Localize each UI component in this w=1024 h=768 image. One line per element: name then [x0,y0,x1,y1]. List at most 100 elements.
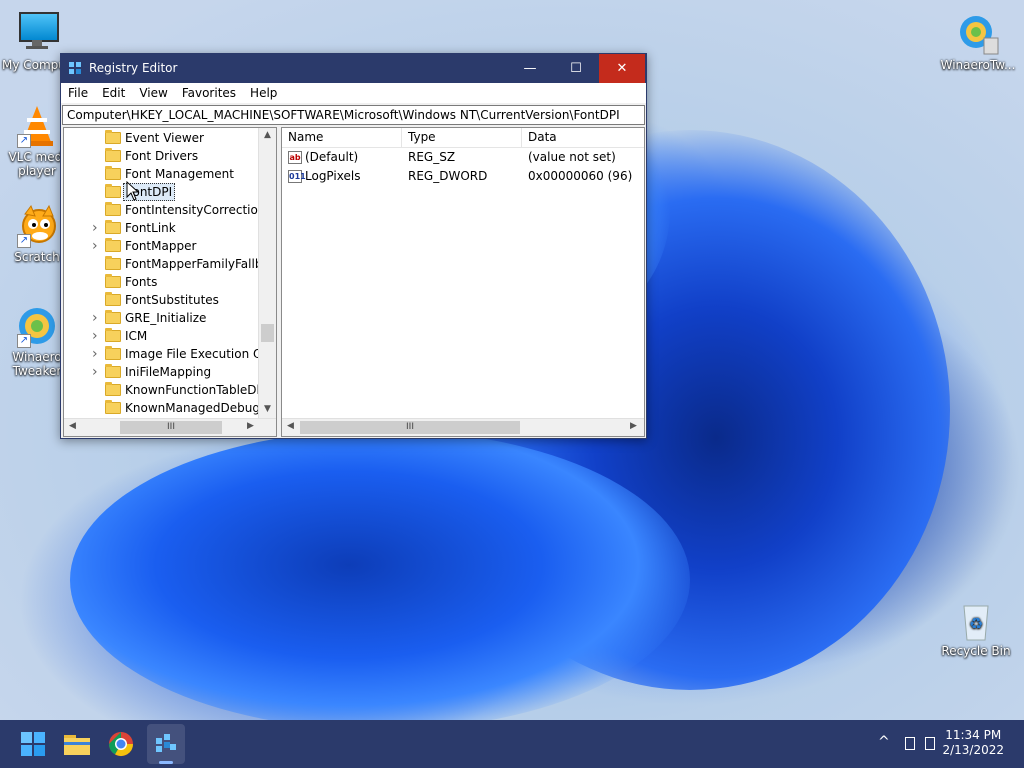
desktop-icon-winaero-tweaker-right[interactable]: WinaeroTw... [938,12,1018,72]
clock-time: 11:34 PM [945,728,1002,742]
tree-item-label: FontLink [125,221,176,235]
tree-item-label: FontSubstitutes [125,293,219,307]
scratch-cat-icon: ↗ [15,204,59,248]
list-item[interactable]: 011 LogPixels REG_DWORD 0x00000060 (96) [282,167,644,186]
chrome-icon [109,732,133,757]
shortcut-arrow-icon: ↗ [17,234,31,248]
tree-item-label: FontMapper [125,239,197,253]
expand-chevron-icon[interactable]: › [92,345,102,363]
title-bar[interactable]: Registry Editor — ☐ ✕ [61,54,646,83]
values-list-pane[interactable]: Name Type Data ab (Default) REG_SZ (valu… [281,127,645,437]
shortcut-arrow-icon: ↗ [17,334,31,348]
tree-item-label: Font Drivers [125,149,199,163]
folder-icon [105,238,121,252]
tree-item-label: KnownManagedDebuggi [125,401,271,415]
registry-editor-window: Registry Editor — ☐ ✕ File Edit View Fav… [60,53,647,439]
folder-icon [64,735,90,755]
windows-logo-icon [21,732,45,756]
chrome-button[interactable] [105,728,137,760]
column-header-data[interactable]: Data [522,128,644,147]
monitor-icon [15,12,59,56]
desktop-icon-label: WinaeroTw... [940,58,1016,72]
expand-chevron-icon[interactable]: › [92,219,102,237]
recycle-bin-icon: ♻ [954,598,998,642]
registry-editor-app-icon [69,62,82,75]
folder-icon [105,310,121,324]
clock[interactable]: 11:34 PM 2/13/2022 [942,728,1004,758]
tree-item-label: GRE_Initialize [125,311,207,325]
winaero-tweaker-icon: ↗ [15,304,59,348]
tree-scroll-thumb[interactable] [261,324,274,342]
value-data: (value not set) [528,150,616,164]
expand-chevron-icon[interactable]: › [92,309,102,327]
folder-icon [105,274,121,288]
scroll-right-arrow-icon[interactable]: ▶ [242,421,259,431]
folder-icon [105,202,121,216]
string-value-icon: ab [288,151,302,164]
tree-vertical-scrollbar[interactable]: ▲ ▼ [258,128,276,418]
scroll-right-arrow-icon[interactable]: ▶ [625,421,642,431]
tree-item-label: ICM [125,329,148,343]
menu-favorites[interactable]: Favorites [175,86,243,100]
binary-value-icon: 011 [288,170,306,183]
tree-item-label: FontIntensityCorrection [125,203,266,217]
address-bar[interactable]: Computer\HKEY_LOCAL_MACHINE\SOFTWARE\Mic… [62,105,645,125]
list-item[interactable]: ab (Default) REG_SZ (value not set) [282,148,644,167]
registry-editor-icon [156,734,176,752]
maximize-button[interactable]: ☐ [553,54,599,83]
folder-icon [105,148,121,162]
file-explorer-button[interactable] [61,728,93,760]
taskbar: ^ 11:34 PM 2/13/2022 [0,720,1024,768]
column-header-name[interactable]: Name [282,128,402,147]
scroll-left-arrow-icon[interactable]: ◀ [64,421,81,431]
key-tree-pane[interactable]: Event Viewer Font Drivers Font Management F… [63,127,277,437]
tray-icon[interactable] [925,737,935,750]
scroll-up-arrow-icon[interactable]: ▲ [259,130,276,140]
start-button[interactable] [17,728,49,760]
expand-chevron-icon[interactable]: › [92,327,102,345]
value-type: REG_SZ [408,150,456,164]
winaero-tweaker-icon [956,12,1000,56]
svg-text:♻: ♻ [969,614,983,633]
mouse-cursor-icon [126,181,140,201]
folder-icon [105,400,121,414]
minimize-button[interactable]: — [507,54,553,83]
column-header-type[interactable]: Type [402,128,522,147]
menu-edit[interactable]: Edit [95,86,132,100]
tree-item-label: Font Management [125,167,234,181]
tree-item-label: Fonts [125,275,158,289]
desktop-icon-recycle-bin[interactable]: ♻ Recycle Bin [938,598,1014,658]
menu-view[interactable]: View [132,86,174,100]
clock-date: 2/13/2022 [942,743,1004,757]
scroll-down-arrow-icon[interactable]: ▼ [259,404,276,414]
menu-file[interactable]: File [61,86,95,100]
tray-icon[interactable] [905,737,915,750]
value-name: (Default) [305,150,359,164]
close-button[interactable]: ✕ [599,54,645,83]
tree-item-label: KnownFunctionTableDlls [125,383,270,397]
list-hscroll-thumb[interactable]: III [300,421,520,434]
folder-icon [105,184,121,198]
value-name: LogPixels [305,169,361,183]
list-header: Name Type Data [282,128,644,148]
wallpaper-swirl-lower [70,430,690,730]
tree-item-label: Event Viewer [125,131,204,145]
menu-bar: File Edit View Favorites Help [61,83,646,103]
tree-horizontal-scrollbar[interactable]: ◀ III ▶ [64,418,276,436]
tree-item-label: IniFileMapping [125,365,212,379]
value-data: 0x00000060 (96) [528,169,633,183]
tray-chevron-icon[interactable]: ^ [878,734,890,750]
expand-chevron-icon[interactable]: › [92,237,102,255]
folder-icon [105,346,121,360]
folder-icon [105,220,121,234]
registry-editor-taskbar-button[interactable] [147,724,185,764]
folder-icon [105,130,121,144]
expand-chevron-icon[interactable]: › [92,363,102,381]
folder-icon [105,382,121,396]
tree-hscroll-thumb[interactable]: III [120,421,222,434]
tree-item-label: Image File Execution Opt [125,347,275,361]
menu-help[interactable]: Help [243,86,284,100]
list-horizontal-scrollbar[interactable]: ◀ III ▶ [282,418,644,436]
scroll-left-arrow-icon[interactable]: ◀ [282,421,299,431]
vlc-cone-icon: ↗ [15,104,59,148]
